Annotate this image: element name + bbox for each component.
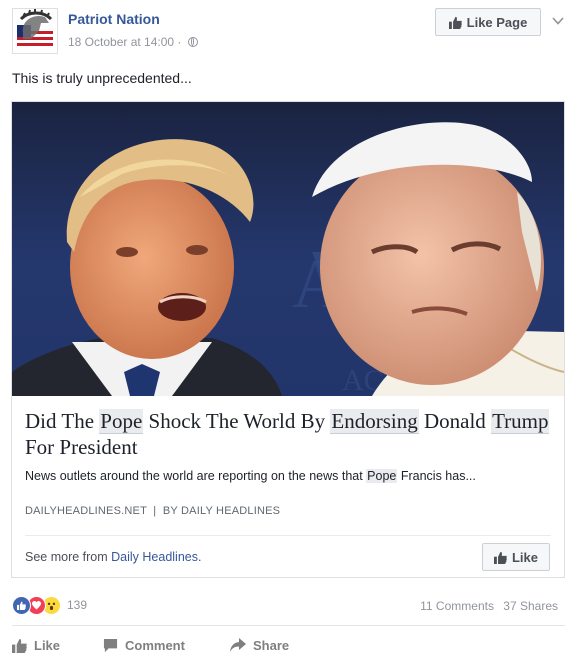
post-header: Patriot Nation 18 October at 14:00 · Lik… xyxy=(12,8,565,58)
thumbs-up-icon xyxy=(448,16,462,29)
like-page-label: Like Page xyxy=(466,14,528,30)
like-reaction-icon xyxy=(12,595,31,615)
link-preview-card[interactable]: A ACTI Did The Pope Shock The World By E… xyxy=(11,101,565,578)
daily-headlines-link[interactable]: Daily Headlines xyxy=(111,550,198,564)
post-meta: 18 October at 14:00 · xyxy=(68,35,198,49)
engagement-stats: 11 Comments 37 Shares xyxy=(414,599,558,613)
post-caption: This is truly unprecedented... xyxy=(12,70,192,86)
link-description: News outlets around the world are report… xyxy=(25,469,476,483)
article-photo-illustration: A ACTI xyxy=(12,102,564,396)
comment-icon xyxy=(103,638,118,653)
thumbs-up-icon xyxy=(493,551,507,564)
page-avatar[interactable] xyxy=(12,8,58,54)
see-more-text: See more from Daily Headlines. xyxy=(25,550,202,564)
globe-icon xyxy=(187,37,198,47)
divider xyxy=(12,625,565,626)
post-timestamp[interactable]: 18 October at 14:00 xyxy=(68,35,174,49)
comments-count[interactable]: 11 Comments xyxy=(420,599,494,613)
share-arrow-icon xyxy=(230,638,246,652)
spartan-helmet-flag-logo xyxy=(13,9,57,53)
link-domain: DAILYHEADLINES.NET | BY DAILY HEADLINES xyxy=(25,505,281,517)
article-photo[interactable]: A ACTI xyxy=(12,102,564,396)
page-name-link[interactable]: Patriot Nation xyxy=(68,11,160,27)
card-like-button[interactable]: Like xyxy=(482,543,550,571)
link-title[interactable]: Did The Pope Shock The World By Endorsin… xyxy=(25,408,550,460)
shares-count[interactable]: 37 Shares xyxy=(503,599,558,613)
chevron-down-icon[interactable] xyxy=(551,14,565,28)
reaction-count[interactable]: 139 xyxy=(67,598,87,612)
thumbs-up-icon xyxy=(12,638,27,653)
like-button[interactable]: Like xyxy=(12,638,60,653)
share-button[interactable]: Share xyxy=(230,638,289,653)
reactions-summary[interactable]: 139 xyxy=(12,595,87,615)
comment-button[interactable]: Comment xyxy=(103,638,185,653)
divider xyxy=(25,535,551,536)
like-page-button[interactable]: Like Page xyxy=(435,8,541,36)
